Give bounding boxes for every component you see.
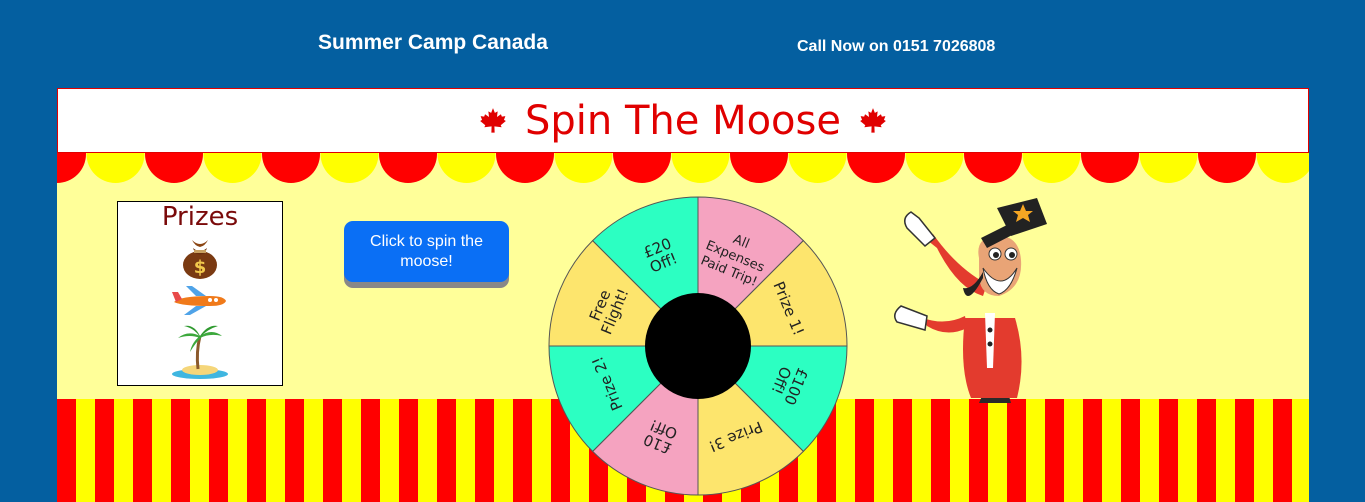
game-title: Spin The Moose bbox=[525, 97, 841, 144]
prizes-panel: Prizes $ bbox=[117, 201, 283, 386]
canopy-scallop bbox=[262, 153, 320, 183]
canopy-scallops bbox=[57, 153, 1309, 183]
site-title: Summer Camp Canada bbox=[318, 31, 548, 54]
maple-leaf-icon bbox=[860, 107, 886, 133]
canopy-scallop bbox=[613, 153, 671, 183]
island-icon bbox=[118, 322, 282, 380]
airplane-icon bbox=[118, 284, 282, 316]
phone-number[interactable]: Call Now on 0151 7026808 bbox=[797, 38, 995, 56]
canopy-scallop bbox=[57, 153, 86, 183]
svg-text:$: $ bbox=[194, 257, 207, 278]
canopy-scallop bbox=[1139, 153, 1198, 183]
canopy-scallop bbox=[964, 153, 1022, 183]
prizes-title: Prizes bbox=[161, 202, 239, 232]
top-bar: Summer Camp Canada Call Now on 0151 7026… bbox=[0, 0, 1365, 88]
canopy-scallop bbox=[145, 153, 203, 183]
ringmaster-illustration bbox=[894, 198, 1047, 403]
canopy-scallop bbox=[379, 153, 437, 183]
canopy-scallop bbox=[320, 153, 379, 183]
canopy-scallop bbox=[86, 153, 145, 183]
spin-button[interactable]: Click to spin the moose! bbox=[344, 221, 509, 282]
spin-game-panel: Spin The Moose Prizes $ Click to spin th… bbox=[57, 88, 1309, 502]
canopy-scallop bbox=[905, 153, 964, 183]
canopy-scallop bbox=[788, 153, 847, 183]
canopy-scallop bbox=[671, 153, 730, 183]
canopy-scallop bbox=[1256, 153, 1309, 183]
canopy-scallop bbox=[730, 153, 788, 183]
wheel-hub[interactable] bbox=[645, 293, 751, 399]
prize-wheel[interactable]: AllExpensesPaid Trip!Prize 1!£100Off!Pri… bbox=[547, 195, 849, 497]
canopy-scallop bbox=[554, 153, 613, 183]
money-bag-icon: $ bbox=[118, 236, 282, 280]
canopy-scallop bbox=[1198, 153, 1256, 183]
canopy-scallop bbox=[496, 153, 554, 183]
canopy-scallop bbox=[437, 153, 496, 183]
canopy-scallop bbox=[1081, 153, 1139, 183]
maple-leaf-icon bbox=[480, 107, 506, 133]
game-header: Spin The Moose bbox=[57, 88, 1309, 153]
canopy-scallop bbox=[203, 153, 262, 183]
canopy-scallop bbox=[1022, 153, 1081, 183]
canopy-scallop bbox=[847, 153, 905, 183]
